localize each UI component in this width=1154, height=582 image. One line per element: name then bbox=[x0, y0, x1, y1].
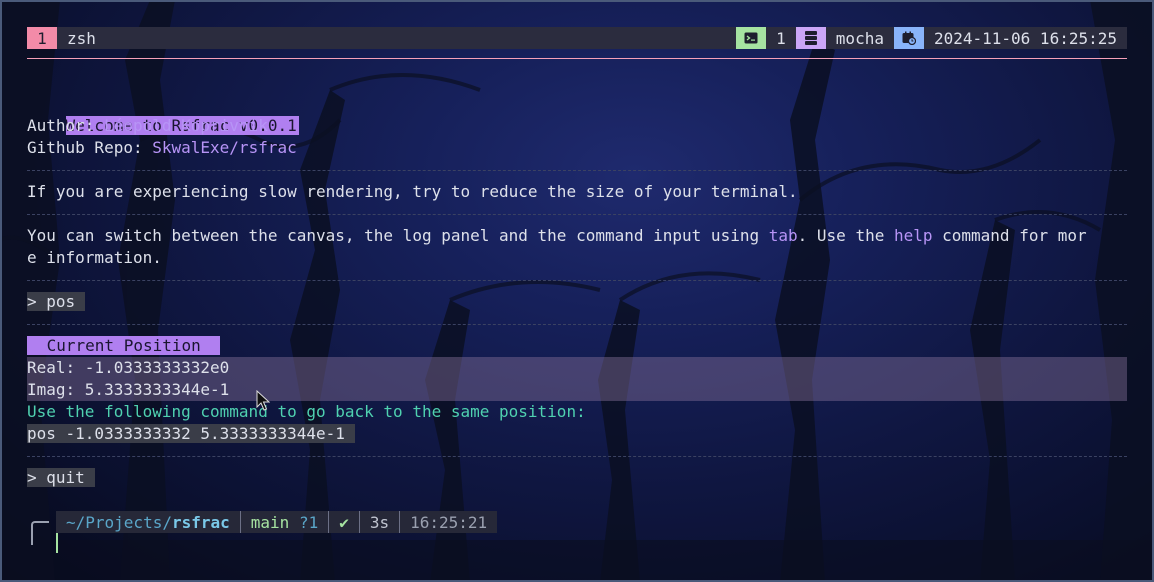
dir-prefix: ~/Projects/ bbox=[66, 512, 172, 532]
log-separator bbox=[27, 324, 1127, 325]
pos-restore-command[interactable]: pos -1.0333333332 5.3333333344e-1 bbox=[27, 424, 355, 443]
real-value: Real: -1.0333333332e0 bbox=[27, 358, 230, 377]
position-hint: Use the following command to go back to … bbox=[27, 402, 586, 421]
divider bbox=[27, 58, 1127, 59]
pos-command: > pos bbox=[27, 292, 86, 311]
tmux-status-bar: 1 zsh 1 mocha 2024-11-06 16:25:25 bbox=[27, 27, 1127, 49]
pos-command-line: pos -1.0333333332 5.3333333344e-1 bbox=[27, 423, 355, 445]
switch-tip-line2: e information. bbox=[27, 248, 162, 267]
git-branch: main bbox=[250, 512, 290, 532]
command-echo: > quit bbox=[27, 467, 95, 489]
quit-command: > quit bbox=[27, 468, 95, 487]
prompt-connector bbox=[31, 521, 49, 545]
switch-text: command for mor bbox=[932, 226, 1087, 245]
calendar-clock-icon bbox=[893, 27, 924, 49]
author-line: Author: Léopold Koprivnik bbox=[27, 115, 268, 137]
session-name: mocha bbox=[825, 27, 894, 49]
log-separator bbox=[27, 170, 1127, 171]
tab-keyword: tab bbox=[768, 226, 798, 245]
help-keyword: help bbox=[893, 226, 933, 245]
position-title: Current Position bbox=[27, 336, 221, 355]
prompt-directory: ~/Projects/rsfrac bbox=[56, 511, 240, 533]
position-title-line: Current Position bbox=[27, 335, 221, 357]
log-separator bbox=[27, 280, 1127, 281]
prompt-time: 16:25:21 bbox=[399, 511, 498, 533]
switch-text: You can switch between the canvas, the l… bbox=[27, 226, 769, 245]
window-name[interactable]: zsh bbox=[57, 29, 96, 48]
window-index[interactable]: 1 bbox=[27, 27, 57, 49]
terminal-icon bbox=[736, 27, 767, 49]
tmux-right-segments: 1 mocha 2024-11-06 16:25:25 bbox=[736, 27, 1127, 49]
shell-prompt: ~/Projects/rsfrac main ?1 ✔ 3s 16:25:21 bbox=[56, 511, 498, 533]
welcome-line: Welcome to Rsfrac v0.0.1 bbox=[27, 93, 299, 135]
datetime: 2024-11-06 16:25:25 bbox=[923, 27, 1127, 49]
dir-name: rsfrac bbox=[171, 512, 230, 532]
mouse-pointer-icon bbox=[256, 390, 270, 411]
git-status: ?1 bbox=[298, 512, 319, 532]
command-echo: > pos bbox=[27, 291, 86, 313]
cmd-duration: 3s bbox=[358, 511, 400, 533]
log-separator bbox=[27, 214, 1127, 215]
author-name: Léopold Koprivnik bbox=[104, 116, 268, 135]
repo-label: Github Repo: bbox=[27, 138, 153, 157]
panes-count: 1 bbox=[766, 27, 796, 49]
repo-link[interactable]: SkwalExe/rsfrac bbox=[152, 138, 297, 157]
status-ok-icon: ✔ bbox=[328, 511, 359, 533]
prompt-git: main ?1 bbox=[239, 511, 329, 533]
server-icon bbox=[795, 27, 826, 49]
switch-text: . Use the bbox=[797, 226, 894, 245]
repo-line: Github Repo: SkwalExe/rsfrac bbox=[27, 137, 297, 159]
text-cursor[interactable] bbox=[56, 533, 58, 553]
log-separator bbox=[27, 456, 1127, 457]
author-label: Author: bbox=[27, 116, 105, 135]
imag-value: Imag: 5.3333333344e-1 bbox=[27, 380, 230, 399]
terminal[interactable]: 1 zsh 1 mocha 2024-11-06 16:25:25 Welcom… bbox=[0, 0, 1154, 582]
slow-rendering-tip: If you are experiencing slow rendering, … bbox=[27, 182, 798, 201]
switch-tip-line1: You can switch between the canvas, the l… bbox=[27, 225, 1087, 247]
